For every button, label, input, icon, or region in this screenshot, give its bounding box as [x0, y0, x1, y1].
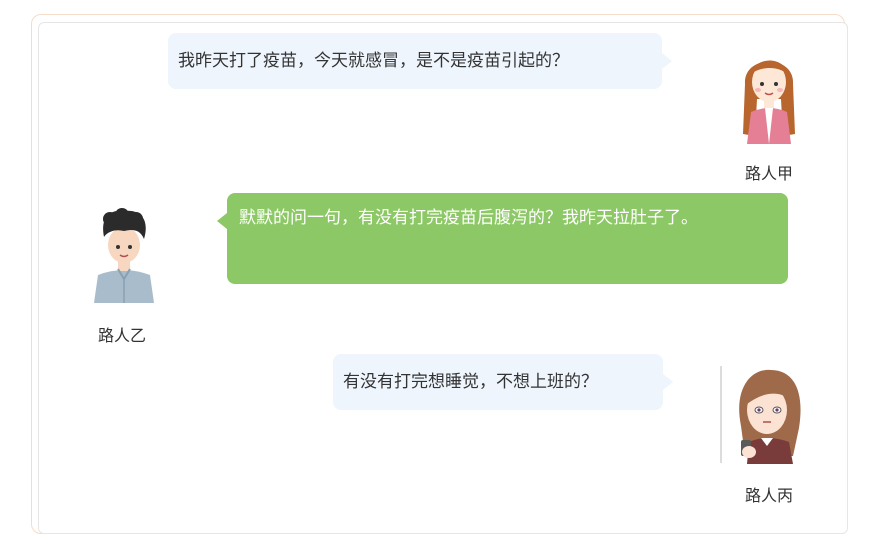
bubble-tail-1: [662, 53, 672, 69]
message-bubble-3: 有没有打完想睡觉，不想上班的？: [333, 354, 663, 410]
avatar-woman-phone-icon: [739, 369, 801, 464]
bubble-tail-3: [663, 374, 673, 390]
message-text-2: 默默的问一句，有没有打完疫苗后腹泻的？我昨天拉肚子了。: [239, 208, 698, 228]
avatar-boy-icon: [94, 208, 154, 303]
speaker-name-3: 路人丙: [744, 486, 793, 505]
avatar-girl-icon: [743, 60, 795, 144]
speaker-name-2: 路人乙: [97, 326, 146, 345]
avatar-divider: [720, 366, 722, 463]
message-bubble-2: 默默的问一句，有没有打完疫苗后腹泻的？我昨天拉肚子了。: [227, 193, 788, 284]
message-text-1: 我昨天打了疫苗，今天就感冒，是不是疫苗引起的？: [178, 51, 569, 71]
bubble-tail-2: [217, 213, 227, 229]
speaker-name-1: 路人甲: [744, 164, 793, 183]
message-text-3: 有没有打完想睡觉，不想上班的？: [343, 372, 598, 392]
message-bubble-1: 我昨天打了疫苗，今天就感冒，是不是疫苗引起的？: [168, 33, 662, 89]
